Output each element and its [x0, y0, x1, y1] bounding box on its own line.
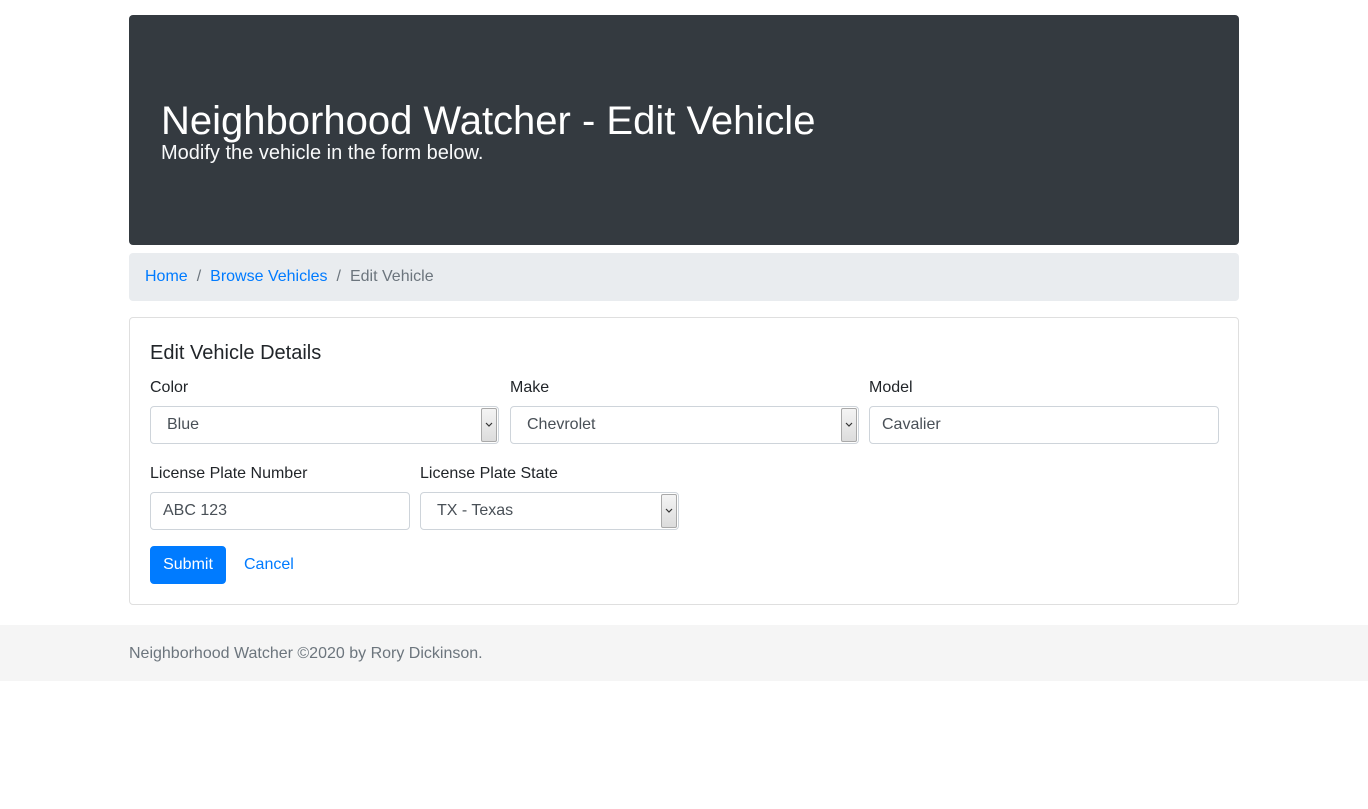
- color-label: Color: [150, 379, 189, 396]
- breadcrumb-current-page: Edit Vehicle: [349, 268, 434, 285]
- edit-vehicle-card: Edit Vehicle Details Color Blue Make Che…: [129, 317, 1239, 605]
- make-label: Make: [510, 379, 550, 396]
- breadcrumb-browse-vehicles-link[interactable]: Browse Vehicles: [210, 268, 327, 286]
- chevron-down-icon: [661, 494, 677, 528]
- footer-text: Neighborhood Watcher ©2020 by Rory Dicki…: [129, 645, 483, 662]
- card-title: Edit Vehicle Details: [150, 342, 322, 364]
- color-select[interactable]: Blue: [150, 406, 499, 444]
- plate-state-select-value: TX - Texas: [437, 502, 514, 519]
- plate-state-select[interactable]: TX - Texas: [420, 492, 679, 530]
- submit-button[interactable]: Submit: [150, 546, 226, 584]
- breadcrumb: Home / Browse Vehicles / Edit Vehicle: [129, 253, 1239, 301]
- plate-number-input[interactable]: ABC 123: [150, 492, 410, 530]
- plate-state-label: License Plate State: [420, 465, 558, 482]
- make-select[interactable]: Chevrolet: [510, 406, 859, 444]
- make-select-value: Chevrolet: [527, 416, 596, 433]
- color-select-value: Blue: [167, 416, 200, 433]
- breadcrumb-separator: /: [196, 268, 202, 285]
- chevron-down-icon: [841, 408, 857, 442]
- model-input[interactable]: Cavalier: [869, 406, 1219, 444]
- page-lead: Modify the vehicle in the form below.: [161, 142, 484, 164]
- plate-number-label: License Plate Number: [150, 465, 308, 482]
- jumbotron: Neighborhood Watcher - Edit Vehicle Modi…: [129, 15, 1239, 245]
- footer: Neighborhood Watcher ©2020 by Rory Dicki…: [0, 625, 1368, 681]
- cancel-link[interactable]: Cancel: [244, 546, 294, 584]
- breadcrumb-home-link[interactable]: Home: [145, 268, 188, 286]
- chevron-down-icon: [481, 408, 497, 442]
- model-label: Model: [869, 379, 913, 396]
- breadcrumb-separator: /: [336, 268, 341, 285]
